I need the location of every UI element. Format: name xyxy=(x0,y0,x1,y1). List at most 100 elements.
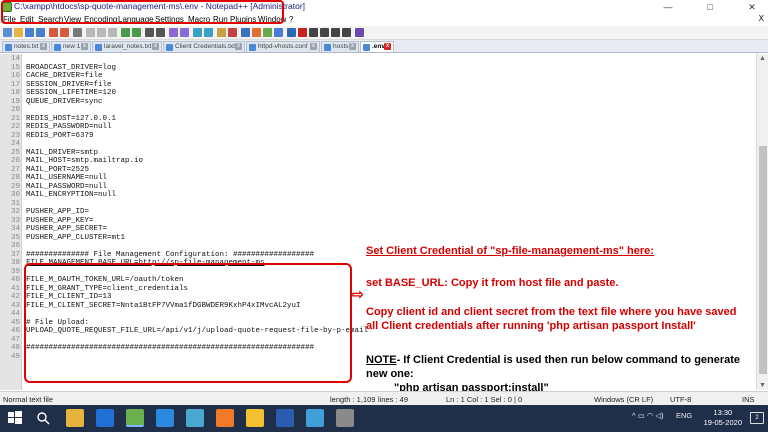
code-line[interactable]: 21 REDIS_HOST=127.0.0.1 xyxy=(0,115,756,124)
line-text[interactable]: REDIS_HOST=127.0.0.1 xyxy=(26,115,116,124)
menu-macro[interactable]: Macro xyxy=(188,15,210,24)
print-icon[interactable] xyxy=(73,28,82,37)
tray-icons[interactable]: ^ ▭ ◠ ◁) xyxy=(632,411,664,420)
code-line[interactable]: 26 MAIL_HOST=smtp.mailtrap.io xyxy=(0,157,756,166)
edge-icon[interactable] xyxy=(96,409,114,427)
code-line[interactable]: 32 PUSHER_APP_ID= xyxy=(0,208,756,217)
close-icon[interactable]: x xyxy=(81,43,88,50)
sync-v-icon[interactable] xyxy=(193,28,202,37)
line-text[interactable]: BROADCAST_DRIVER=log xyxy=(26,64,116,73)
save-icon[interactable] xyxy=(25,28,34,37)
udl-icon[interactable] xyxy=(252,28,261,37)
code-line[interactable]: 18 SESSION_LIFETIME=120 xyxy=(0,89,756,98)
line-text[interactable]: REDIS_PASSWORD=null xyxy=(26,123,112,132)
code-line[interactable]: 38 FILE_MANAGEMENT_BASE_URL=http://sp-fil… xyxy=(0,259,756,268)
play-macro-icon[interactable] xyxy=(320,28,329,37)
close-document-button[interactable]: X xyxy=(759,14,764,23)
menu-run[interactable]: Run xyxy=(213,15,228,24)
tab-new1[interactable]: new 1 x xyxy=(51,41,91,52)
line-text[interactable]: MAIL_ENCRYPTION=null xyxy=(26,191,116,200)
menu-search[interactable]: Search xyxy=(38,15,63,24)
doc-map-icon[interactable] xyxy=(263,28,272,37)
menu-view[interactable]: View xyxy=(64,15,81,24)
line-text[interactable]: UPLOAD_QUOTE_REQUEST_FILE_URL=/api/v1/j/… xyxy=(26,327,368,336)
close-icon[interactable]: x xyxy=(384,43,391,50)
line-text[interactable]: PUSHER_APP_ID= xyxy=(26,208,89,217)
code-line[interactable]: 15 BROADCAST_DRIVER=log xyxy=(0,64,756,73)
menu-plugins[interactable]: Plugins xyxy=(230,15,256,24)
close-file-icon[interactable] xyxy=(49,28,58,37)
scrollbar-thumb[interactable] xyxy=(759,146,767,374)
code-line[interactable]: 22 REDIS_PASSWORD=null xyxy=(0,123,756,132)
tab-client-credentials[interactable]: Client Credentials.txt x xyxy=(163,41,245,52)
line-text[interactable]: PUSHER_APP_CLUSTER=mt1 xyxy=(26,234,125,243)
tab-env[interactable]: .env x xyxy=(360,41,394,52)
code-line[interactable]: 28 MAIL_USERNAME=null xyxy=(0,174,756,183)
record-macro-icon[interactable] xyxy=(298,28,307,37)
menu-help[interactable]: ? xyxy=(289,15,293,24)
line-text[interactable]: FILE_M_OAUTH_TOKEN_URL=/oauth/token xyxy=(26,276,184,285)
menu-settings[interactable]: Settings xyxy=(155,15,184,24)
line-text[interactable]: REDIS_PORT=6379 xyxy=(26,132,94,141)
line-text[interactable]: FILE_M_GRANT_TYPE=client_credentials xyxy=(26,285,188,294)
line-text[interactable]: ############## File Management Configura… xyxy=(26,251,314,260)
code-line[interactable]: 33 PUSHER_APP_KEY= xyxy=(0,217,756,226)
save-macro-icon[interactable] xyxy=(342,28,351,37)
menu-file[interactable]: File xyxy=(3,15,16,24)
line-text[interactable]: ########################################… xyxy=(26,344,314,353)
line-text[interactable]: PUSHER_APP_SECRET= xyxy=(26,225,107,234)
code-line[interactable]: 31 xyxy=(0,200,756,209)
chat-icon[interactable] xyxy=(306,409,324,427)
close-button[interactable]: ✕ xyxy=(738,0,766,14)
code-line[interactable]: 16 CACHE_DRIVER=file xyxy=(0,72,756,81)
scroll-up-icon[interactable]: ▲ xyxy=(759,55,766,62)
windows-start-icon[interactable] xyxy=(6,409,24,427)
notepad-plus-plus-taskbar-icon[interactable] xyxy=(126,409,144,427)
tab-laravel-notes[interactable]: laravel_notes.txt x xyxy=(92,41,162,52)
line-text[interactable]: QUEUE_DRIVER=sync xyxy=(26,98,103,107)
redo-icon[interactable] xyxy=(132,28,141,37)
line-text[interactable]: MAIL_PORT=2525 xyxy=(26,166,89,175)
tab-hosts[interactable]: hosts x xyxy=(321,41,359,52)
zoom-in-icon[interactable] xyxy=(169,28,178,37)
vscode-icon[interactable] xyxy=(156,409,174,427)
code-line[interactable]: 20 xyxy=(0,106,756,115)
tab-notes[interactable]: notes.txt x xyxy=(2,41,50,52)
undo-icon[interactable] xyxy=(121,28,130,37)
zoom-out-icon[interactable] xyxy=(180,28,189,37)
close-icon[interactable]: x xyxy=(40,43,47,50)
new-file-icon[interactable] xyxy=(3,28,12,37)
cut-icon[interactable] xyxy=(86,28,95,37)
line-text[interactable]: FILE_M_CLIENT_SECRET=Nnta1BtFP7VVma1fDGB… xyxy=(26,302,301,311)
code-line[interactable]: 14 xyxy=(0,55,756,64)
maximize-button[interactable]: □ xyxy=(696,0,724,14)
code-line[interactable]: 19 QUEUE_DRIVER=sync xyxy=(0,98,756,107)
code-line[interactable]: 42 FILE_M_CLIENT_ID=13 xyxy=(0,293,756,302)
notification-badge[interactable]: 2 xyxy=(750,412,764,424)
line-text[interactable]: # File Upload: xyxy=(26,319,89,328)
line-text[interactable]: SESSION_DRIVER=file xyxy=(26,81,112,90)
line-text[interactable]: MAIL_PASSWORD=null xyxy=(26,183,107,192)
generic-app-icon[interactable] xyxy=(336,409,354,427)
clock[interactable]: 13:30 19-05-2020 xyxy=(704,408,742,428)
code-line[interactable]: 47 xyxy=(0,336,756,345)
function-list-icon[interactable] xyxy=(274,28,283,37)
line-text[interactable]: MAIL_HOST=smtp.mailtrap.io xyxy=(26,157,143,166)
code-line[interactable]: 34 PUSHER_APP_SECRET= xyxy=(0,225,756,234)
code-line[interactable]: 39 xyxy=(0,268,756,277)
line-text[interactable]: MAIL_USERNAME=null xyxy=(26,174,107,183)
play-multiple-icon[interactable] xyxy=(331,28,340,37)
menu-window[interactable]: Window xyxy=(258,15,286,24)
wrap-icon[interactable] xyxy=(217,28,226,37)
code-line[interactable]: 35 PUSHER_APP_CLUSTER=mt1 xyxy=(0,234,756,243)
menu-language[interactable]: Language xyxy=(118,15,154,24)
code-line[interactable]: 23 REDIS_PORT=6379 xyxy=(0,132,756,141)
code-line[interactable]: 24 xyxy=(0,140,756,149)
app-icon[interactable] xyxy=(186,409,204,427)
line-text[interactable]: PUSHER_APP_KEY= xyxy=(26,217,94,226)
teamviewer-icon[interactable] xyxy=(276,409,294,427)
file-explorer-icon[interactable] xyxy=(66,409,84,427)
code-line[interactable]: 17 SESSION_DRIVER=file xyxy=(0,81,756,90)
line-text[interactable]: SESSION_LIFETIME=120 xyxy=(26,89,116,98)
close-icon[interactable]: x xyxy=(152,43,159,50)
